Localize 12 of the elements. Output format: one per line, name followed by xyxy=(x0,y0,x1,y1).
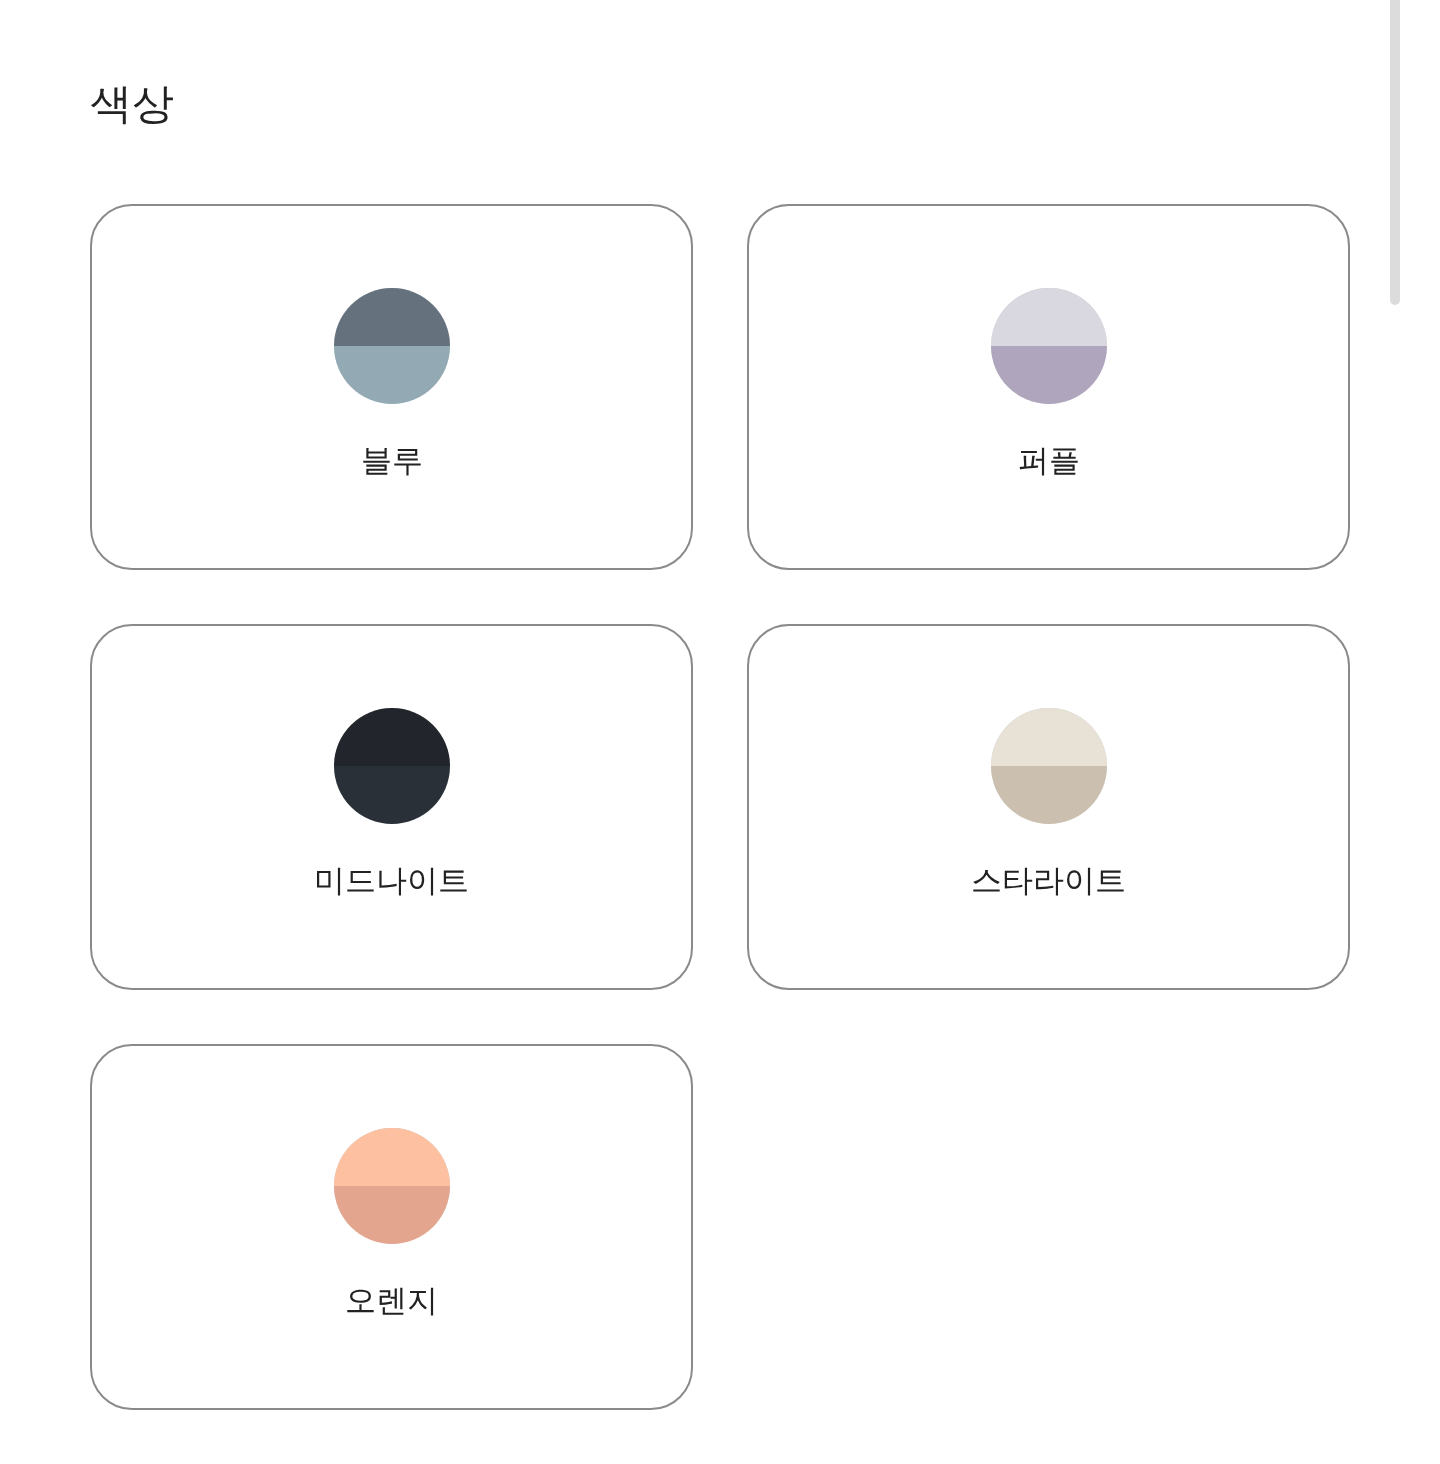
color-option-card[interactable]: 퍼플 xyxy=(747,204,1350,570)
color-swatch-icon xyxy=(333,288,450,404)
scrollbar[interactable] xyxy=(1390,0,1400,305)
color-option-card[interactable]: 미드나이트 xyxy=(90,624,693,990)
color-swatch-icon xyxy=(990,288,1107,404)
color-option-card[interactable]: 스타라이트 xyxy=(747,624,1350,990)
color-swatch-icon xyxy=(333,708,450,824)
color-option-card[interactable]: 블루 xyxy=(90,204,693,570)
color-swatch-icon xyxy=(990,708,1107,824)
color-swatch-icon xyxy=(333,1128,450,1244)
section-title: 색상 xyxy=(90,78,175,130)
color-option-card[interactable]: 오렌지 xyxy=(90,1044,693,1410)
